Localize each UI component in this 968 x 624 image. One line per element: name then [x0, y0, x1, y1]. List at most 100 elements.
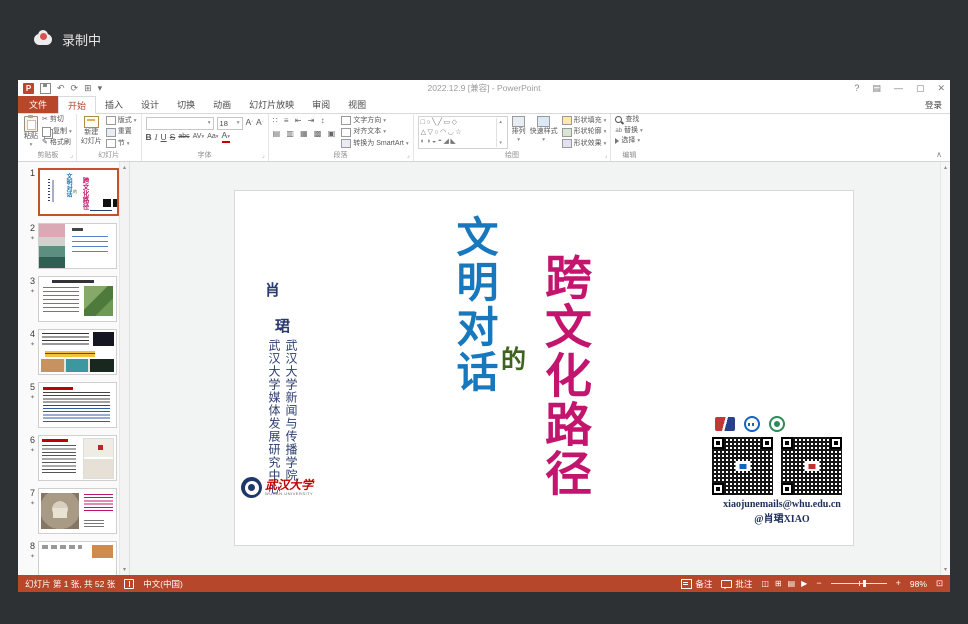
tab-transitions[interactable]: 切换	[168, 96, 204, 113]
slide-title-magenta[interactable]: 跨文化路径	[538, 253, 590, 498]
customize-qat-icon[interactable]: ▾	[98, 84, 103, 93]
thumbnail-slide-5[interactable]: 5 ✦	[20, 382, 129, 428]
thumbnail-slide-3[interactable]: 3 ✦	[20, 276, 129, 322]
shapes-row-2[interactable]: △▽○◠◡☆	[421, 128, 496, 138]
author-name-char-2[interactable]: 珺	[275, 315, 290, 336]
slide-counter[interactable]: 幻灯片 第 1 张, 共 52 张	[25, 578, 115, 590]
strikethrough-button[interactable]: S	[170, 132, 176, 142]
ribbon-display-options-icon[interactable]: ▤	[872, 83, 881, 94]
font-size-combo[interactable]: 18 ▾	[217, 117, 243, 130]
help-icon[interactable]: ?	[854, 83, 859, 93]
bold-button[interactable]: B	[146, 132, 152, 142]
smartart-button[interactable]: 转换为 SmartArt ▾	[341, 139, 408, 148]
char-spacing-button[interactable]: AV▾	[193, 132, 205, 142]
font-color-button[interactable]: A▾	[222, 131, 230, 143]
scroll-down-icon[interactable]: ▾	[944, 566, 947, 573]
canvas-scrollbar[interactable]: ▴ ▾	[940, 162, 950, 575]
fit-to-window-icon[interactable]: ⊡	[936, 578, 943, 589]
slide-editor[interactable]: 文明对话 的 跨文化路径 肖 珺 武汉大学新闻与传播学院 武汉大学媒体发展研究中…	[234, 190, 854, 546]
new-slide-button[interactable]: 新建 幻灯片	[81, 116, 102, 145]
shapes-scroll-down-icon[interactable]: ▾	[499, 140, 502, 146]
reading-view-icon[interactable]: ▤	[788, 579, 796, 588]
thumbnail-slide-4[interactable]: 4 ✦	[20, 329, 129, 375]
copy-button[interactable]: 复制 ▾	[42, 127, 72, 137]
undo-icon[interactable]: ↶	[57, 84, 65, 93]
shapes-gallery[interactable]: □○╲╱▭◇ △▽○◠◡☆ ◐◑◒◓◢◣ ▴ ▾	[418, 116, 508, 149]
thumbnail-art[interactable]	[38, 276, 117, 322]
zoom-out-button[interactable]: −	[816, 579, 821, 588]
text-direction-button[interactable]: 文字方向 ▾	[341, 116, 408, 125]
scroll-down-icon[interactable]: ▾	[123, 566, 126, 573]
layout-button[interactable]: 版式 ▾	[106, 116, 137, 125]
minimize-icon[interactable]: —	[894, 83, 903, 93]
thumbnail-art[interactable]	[38, 223, 117, 269]
font-dialog-launcher[interactable]: ⌟	[262, 152, 265, 159]
restore-icon[interactable]: ▢	[916, 83, 925, 94]
tab-file[interactable]: 文件	[18, 96, 58, 113]
zoom-percentage[interactable]: 98%	[910, 579, 927, 589]
tab-review[interactable]: 审阅	[303, 96, 339, 113]
align-text-button[interactable]: 对齐文本 ▾	[341, 128, 408, 137]
paste-button[interactable]: 粘贴 ▾	[24, 116, 38, 149]
touch-mode-icon[interactable]: ⊞	[84, 84, 92, 93]
slide-title-blue[interactable]: 文明对话	[451, 215, 497, 395]
shapes-row-1[interactable]: □○╲╱▭◇	[421, 118, 496, 128]
shapes-gallery-scroll[interactable]: ▴ ▾	[496, 118, 505, 147]
drawing-dialog-launcher[interactable]: ⌟	[605, 152, 608, 159]
select-button[interactable]: 选择 ▾	[615, 137, 642, 145]
thumbnail-art[interactable]	[38, 329, 117, 375]
thumbnail-art[interactable]	[38, 488, 117, 534]
powerpoint-app-icon[interactable]: P	[23, 83, 34, 94]
paragraph-dialog-launcher[interactable]: ⌟	[407, 152, 410, 159]
notes-button[interactable]: 备注	[681, 578, 712, 590]
grow-font-button[interactable]: Aˆ	[246, 117, 254, 129]
clipboard-dialog-launcher[interactable]: ⌟	[70, 152, 73, 159]
paragraph-row1-buttons[interactable]: ∷ ≡ ⇤ ⇥ ↕	[273, 116, 338, 126]
change-case-button[interactable]: Aa▾	[207, 132, 218, 142]
shapes-row-3[interactable]: ◐◑◒◓◢◣	[421, 137, 496, 147]
thumbnail-scrollbar[interactable]: ▴ ▾	[119, 162, 129, 575]
arrange-button[interactable]: 排列 ▾	[512, 116, 526, 144]
zoom-in-button[interactable]: +	[896, 579, 901, 588]
italic-button[interactable]: I	[155, 132, 158, 142]
format-painter-button[interactable]: ✎ 格式刷	[42, 139, 72, 147]
replace-button[interactable]: ab 替换 ▾	[615, 127, 642, 135]
thumbnail-slide-1[interactable]: 1 文明对话 的 跨文化路径	[20, 168, 129, 216]
thumbnail-slide-2[interactable]: 2 ✦	[20, 223, 129, 269]
thumbnail-slide-7[interactable]: 7 ✦	[20, 488, 129, 534]
shape-fill-button[interactable]: 形状填充 ▾	[562, 116, 607, 125]
shrink-font-button[interactable]: Aˇ	[256, 117, 264, 129]
thumbnail-art[interactable]	[38, 435, 117, 481]
redo-icon[interactable]: ⟳	[71, 84, 79, 93]
comments-button[interactable]: 批注	[721, 578, 752, 590]
font-name-combo[interactable]: ▾	[146, 117, 214, 130]
thumbnail-slide-6[interactable]: 6 ✦	[20, 435, 129, 481]
spell-check-icon[interactable]	[124, 579, 134, 589]
tab-slideshow[interactable]: 幻灯片放映	[240, 96, 303, 113]
thumbnail-art[interactable]	[38, 382, 117, 428]
cut-button[interactable]: ✂ 剪切	[42, 116, 72, 124]
paragraph-row2-buttons[interactable]: ▤ ▥ ▦ ▩ ▣	[273, 129, 338, 139]
tab-animations[interactable]: 动画	[204, 96, 240, 113]
slideshow-view-icon[interactable]: ▶	[801, 579, 807, 588]
collapse-ribbon-icon[interactable]: ∧	[936, 150, 942, 159]
section-button[interactable]: 节 ▾	[106, 139, 137, 148]
quick-styles-button[interactable]: 快速样式 ▾	[530, 116, 558, 144]
shape-outline-button[interactable]: 形状轮廓 ▾	[562, 128, 607, 137]
reset-button[interactable]: 重置	[106, 128, 137, 137]
tab-design[interactable]: 设计	[132, 96, 168, 113]
tab-home[interactable]: 开始	[58, 96, 96, 114]
tab-insert[interactable]: 插入	[96, 96, 132, 113]
find-button[interactable]: 查找	[615, 116, 642, 124]
shape-effects-button[interactable]: 形状效果 ▾	[562, 139, 607, 148]
shapes-scroll-up-icon[interactable]: ▴	[499, 119, 502, 125]
thumbnail-art[interactable]	[38, 541, 117, 575]
close-icon[interactable]: ✕	[937, 83, 945, 94]
save-icon[interactable]	[40, 83, 51, 94]
clear-format-button[interactable]: abc	[178, 132, 189, 142]
thumbnail-art[interactable]: 文明对话 的 跨文化路径	[38, 168, 119, 216]
contact-block[interactable]: xiaojunemails@whu.edu.cn @肖珺XIAO	[697, 499, 867, 525]
normal-view-icon[interactable]: ◫	[761, 579, 769, 588]
author-name-char-1[interactable]: 肖	[265, 279, 280, 300]
thumbnail-slide-8[interactable]: 8 ✦	[20, 541, 129, 575]
